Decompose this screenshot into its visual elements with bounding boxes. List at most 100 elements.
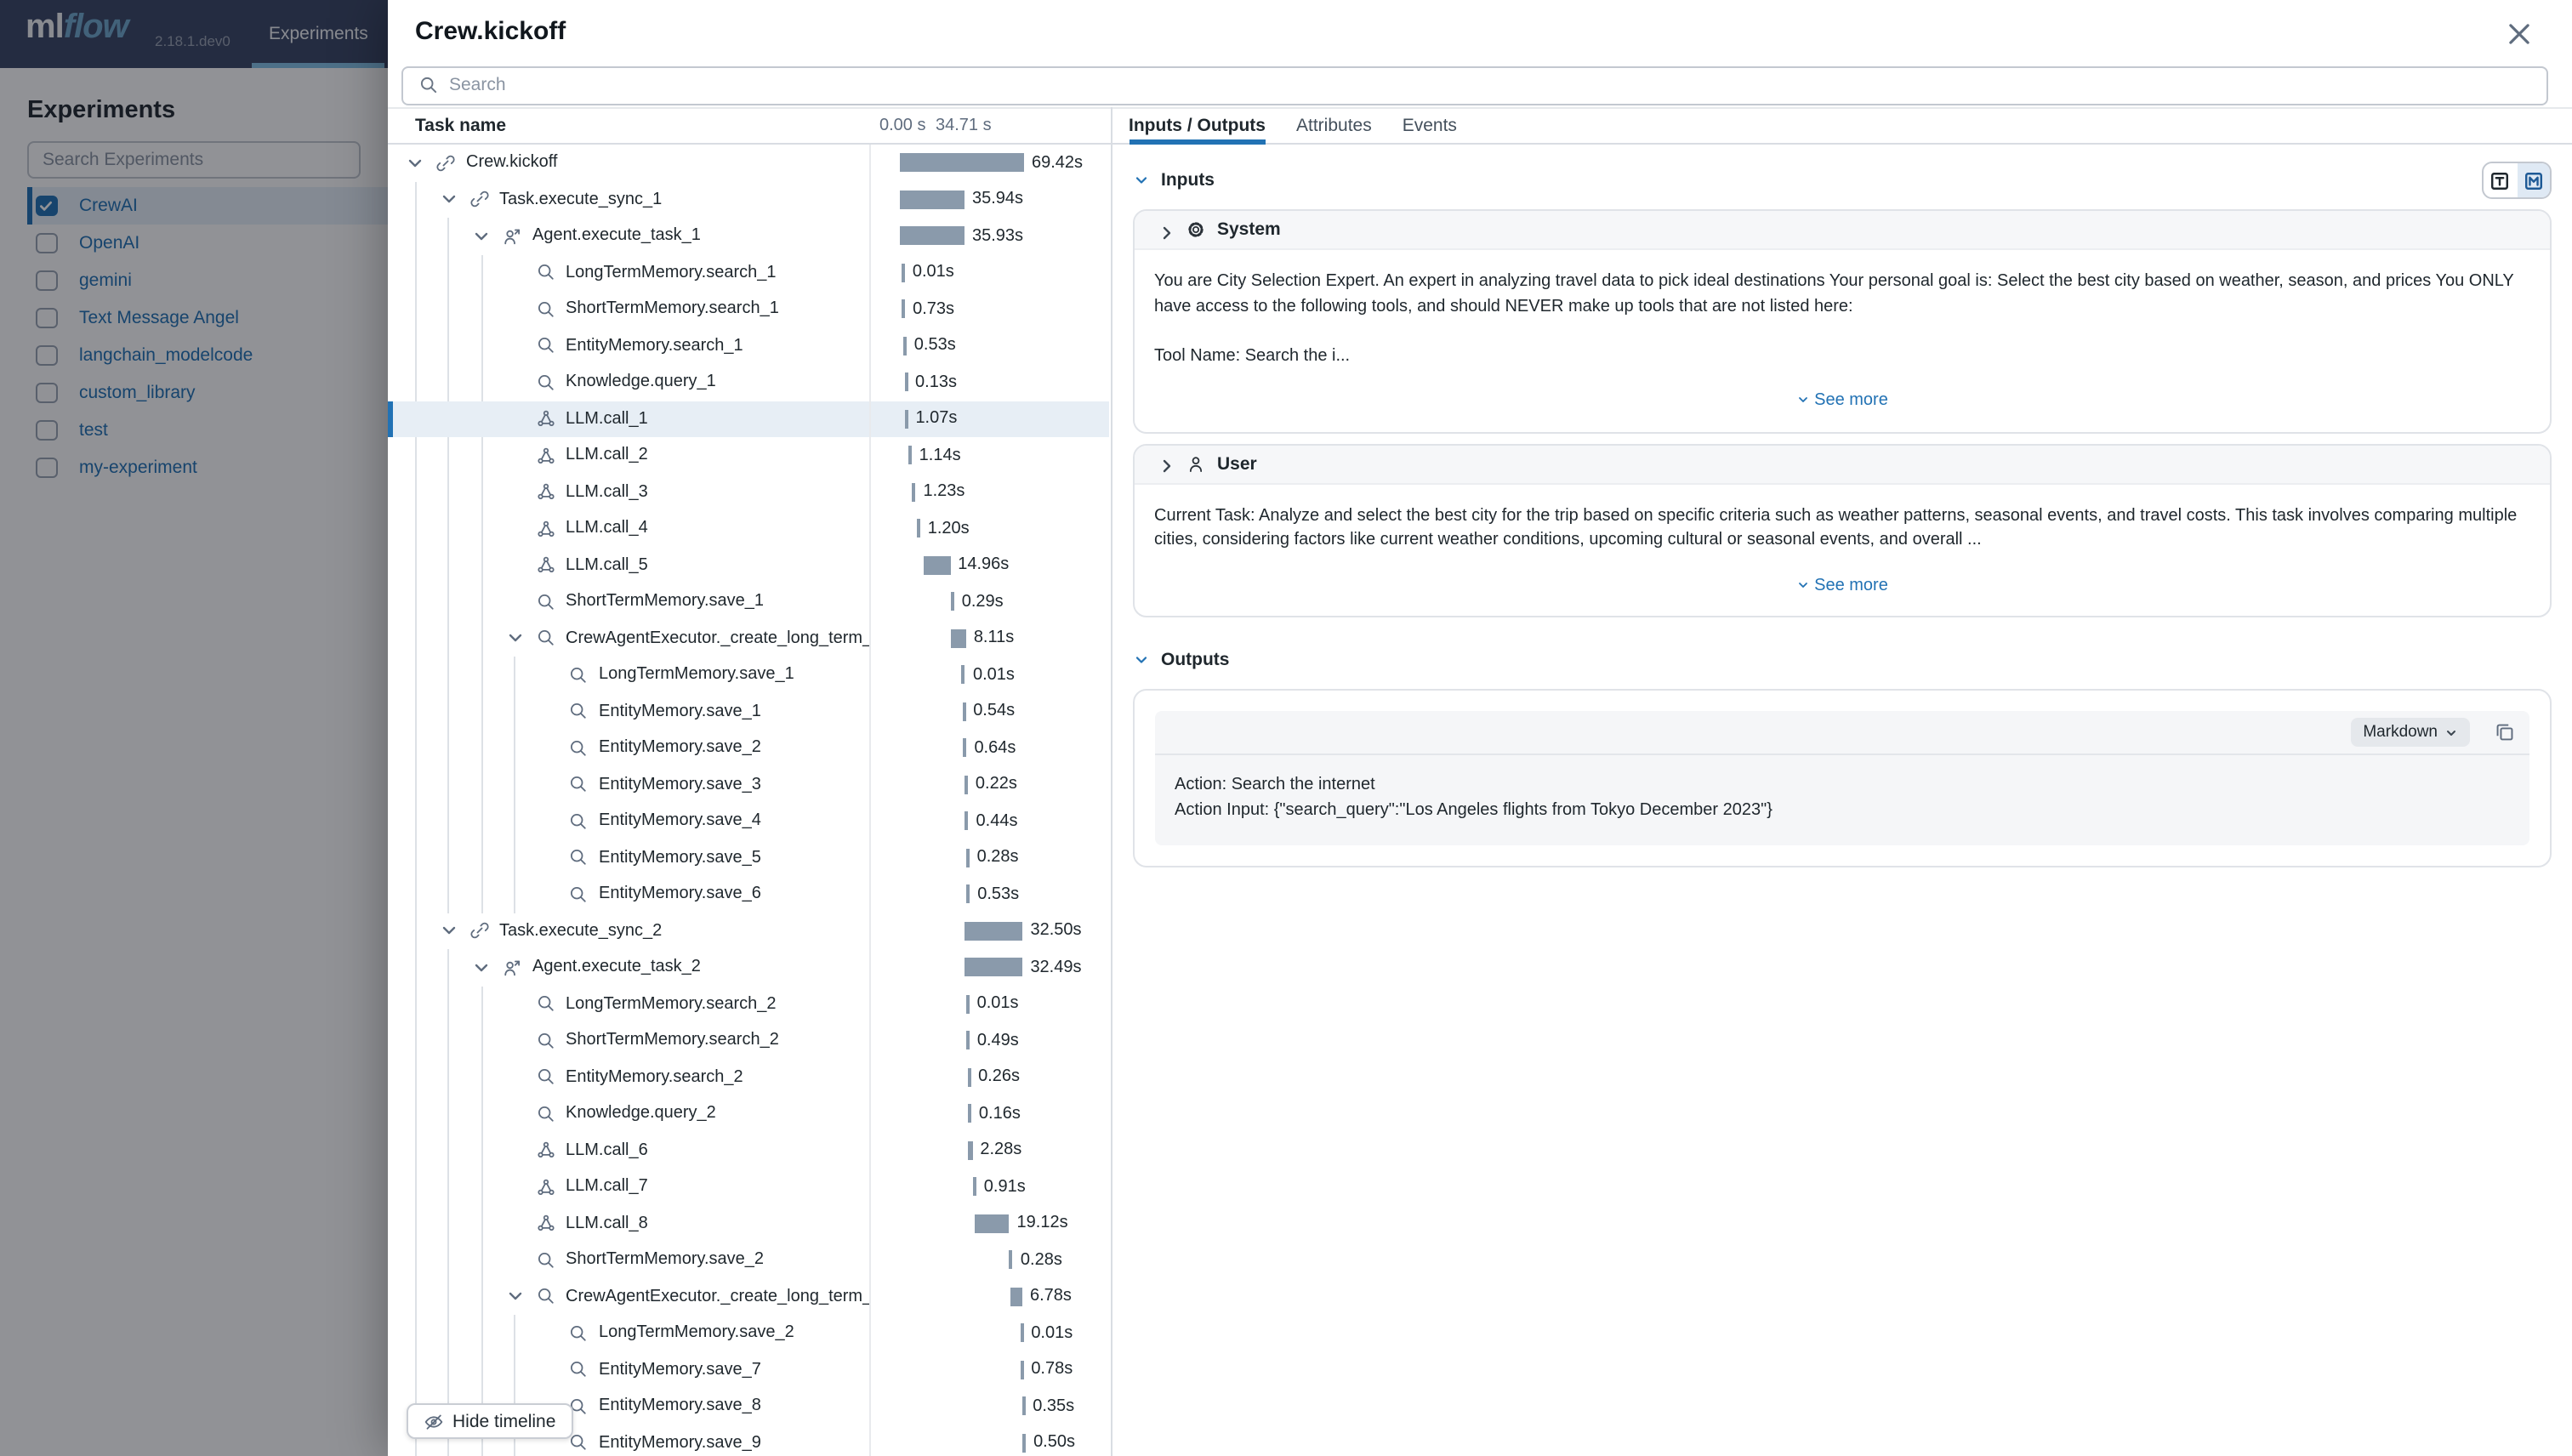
span-row[interactable]: ShortTermMemory.search_20.49s xyxy=(388,1022,1108,1059)
trace-detail-modal: Crew.kickoff Task name 0.00 s 34.71 s In… xyxy=(388,0,2572,1456)
span-row[interactable]: LLM.call_514.96s xyxy=(388,547,1108,583)
duration-label: 1.14s xyxy=(919,446,961,465)
span-row[interactable]: LLM.call_21.14s xyxy=(388,437,1108,474)
span-row[interactable]: EntityMemory.save_20.64s xyxy=(388,730,1108,766)
span-row[interactable]: Agent.execute_task_232.49s xyxy=(388,949,1108,986)
span-row[interactable]: CrewAgentExecutor._create_long_term_memo… xyxy=(388,1278,1108,1315)
span-row[interactable]: EntityMemory.save_70.78s xyxy=(388,1351,1108,1388)
span-row[interactable]: Crew.kickoff69.42s xyxy=(388,145,1108,181)
see-more-link[interactable]: See more xyxy=(1154,574,2529,599)
timeline-cell: 32.49s xyxy=(869,949,1108,986)
span-row[interactable]: EntityMemory.save_60.53s xyxy=(388,876,1108,913)
span-name: ShortTermMemory.save_1 xyxy=(566,593,764,611)
timeline-cell: 0.16s xyxy=(869,1095,1108,1132)
copy-icon[interactable] xyxy=(2494,721,2516,743)
duration-bar xyxy=(1021,1397,1025,1416)
span-row[interactable]: EntityMemory.save_40.44s xyxy=(388,803,1108,839)
message-body: Current Task: Analyze and select the bes… xyxy=(1134,484,2550,616)
search-icon xyxy=(568,702,589,722)
span-name: LLM.call_7 xyxy=(566,1178,648,1197)
trace-search-input[interactable] xyxy=(449,75,2531,95)
system-message-header[interactable]: System xyxy=(1134,211,2550,250)
message-role-label: System xyxy=(1217,219,1281,240)
timeline-cell: 1.23s xyxy=(869,474,1108,510)
close-icon[interactable] xyxy=(2504,19,2535,49)
span-row[interactable]: LLM.call_819.12s xyxy=(388,1205,1108,1242)
span-row[interactable]: Task.execute_sync_232.50s xyxy=(388,913,1108,949)
see-more-link[interactable]: See more xyxy=(1154,390,2529,414)
duration-label: 0.28s xyxy=(977,849,1019,867)
timeline-cell: 0.73s xyxy=(869,291,1108,327)
chevron-placeholder xyxy=(504,373,525,393)
duration-bar xyxy=(902,300,905,319)
duration-bar xyxy=(913,483,916,502)
span-row[interactable]: Agent.execute_task_135.93s xyxy=(388,218,1108,254)
span-name: LLM.call_8 xyxy=(566,1214,648,1233)
duration-bar xyxy=(900,227,964,246)
expand-chevron-icon[interactable] xyxy=(471,226,492,247)
inputs-section-label: Inputs xyxy=(1161,170,1215,191)
span-row[interactable]: ShortTermMemory.save_20.28s xyxy=(388,1242,1108,1278)
expand-chevron-icon[interactable] xyxy=(438,921,458,941)
span-row[interactable]: Knowledge.query_10.13s xyxy=(388,364,1108,401)
llm-icon xyxy=(535,1140,555,1161)
span-row[interactable]: LLM.call_70.91s xyxy=(388,1169,1108,1205)
duration-bar xyxy=(900,154,1024,173)
format-select[interactable]: Markdown xyxy=(2351,718,2470,747)
markdown-view-button[interactable] xyxy=(2517,163,2550,197)
task-name-column-header: Task name xyxy=(415,116,506,136)
span-row[interactable]: EntityMemory.save_10.54s xyxy=(388,693,1108,730)
search-icon xyxy=(568,738,589,759)
span-row[interactable]: CrewAgentExecutor._create_long_term_memo… xyxy=(388,620,1108,657)
span-name: Task.execute_sync_2 xyxy=(499,922,662,941)
span-row[interactable]: ShortTermMemory.save_10.29s xyxy=(388,583,1108,620)
expand-chevron-icon[interactable] xyxy=(504,628,525,649)
outputs-section-header[interactable]: Outputs xyxy=(1132,641,2552,679)
span-row[interactable]: Knowledge.query_20.16s xyxy=(388,1095,1108,1132)
span-name: EntityMemory.save_3 xyxy=(599,776,761,794)
chevron-down-icon xyxy=(1132,172,1149,189)
user-message-card: UserCurrent Task: Analyze and select the… xyxy=(1132,443,2552,617)
span-row[interactable]: LLM.call_62.28s xyxy=(388,1132,1108,1169)
span-row[interactable]: LongTermMemory.save_20.01s xyxy=(388,1315,1108,1351)
chevron-placeholder xyxy=(504,1250,525,1271)
span-row[interactable]: EntityMemory.search_20.26s xyxy=(388,1059,1108,1095)
chevron-down-icon xyxy=(1132,651,1149,668)
user-message-header[interactable]: User xyxy=(1134,445,2550,484)
expand-chevron-icon[interactable] xyxy=(471,958,492,978)
expand-chevron-icon[interactable] xyxy=(438,190,458,210)
timeline-cell: 0.64s xyxy=(869,730,1108,766)
duration-label: 0.50s xyxy=(1033,1434,1075,1453)
timeline-cell: 35.94s xyxy=(869,181,1108,218)
span-row[interactable]: LLM.call_11.07s xyxy=(388,401,1108,437)
see-more-label: See more xyxy=(1814,576,1888,594)
span-row[interactable]: LongTermMemory.save_10.01s xyxy=(388,657,1108,693)
span-name: EntityMemory.search_2 xyxy=(566,1068,743,1087)
expand-chevron-icon[interactable] xyxy=(405,153,425,173)
detail-panel: Inputs SystemYou are City Selection Expe… xyxy=(1110,107,2572,1456)
span-name: EntityMemory.save_8 xyxy=(599,1397,761,1416)
system-message-card: SystemYou are City Selection Expert. An … xyxy=(1132,209,2552,433)
span-row[interactable]: Task.execute_sync_135.94s xyxy=(388,181,1108,218)
axis-tick-end: 34.71 s xyxy=(936,117,992,135)
span-row[interactable]: LongTermMemory.search_10.01s xyxy=(388,254,1108,291)
span-row[interactable]: LongTermMemory.search_20.01s xyxy=(388,986,1108,1022)
text-view-button[interactable] xyxy=(2484,163,2517,197)
span-name: EntityMemory.save_7 xyxy=(599,1361,761,1379)
span-row[interactable]: EntityMemory.search_10.53s xyxy=(388,327,1108,364)
span-row[interactable]: EntityMemory.save_50.28s xyxy=(388,839,1108,876)
hide-timeline-button[interactable]: Hide timeline xyxy=(407,1403,572,1439)
span-row[interactable]: EntityMemory.save_30.22s xyxy=(388,766,1108,803)
span-name: ShortTermMemory.search_2 xyxy=(566,1032,779,1050)
expand-chevron-icon[interactable] xyxy=(504,1287,525,1307)
inputs-section-header[interactable]: Inputs xyxy=(1132,162,2552,199)
timeline-cell: 0.13s xyxy=(869,364,1108,401)
span-row[interactable]: ShortTermMemory.search_10.73s xyxy=(388,291,1108,327)
duration-bar xyxy=(964,958,1022,977)
user-icon xyxy=(1185,453,1205,474)
search-icon xyxy=(535,592,555,612)
span-row[interactable]: LLM.call_31.23s xyxy=(388,474,1108,510)
duration-label: 0.44s xyxy=(976,812,1018,831)
span-row[interactable]: LLM.call_41.20s xyxy=(388,510,1108,547)
duration-bar xyxy=(951,593,954,611)
